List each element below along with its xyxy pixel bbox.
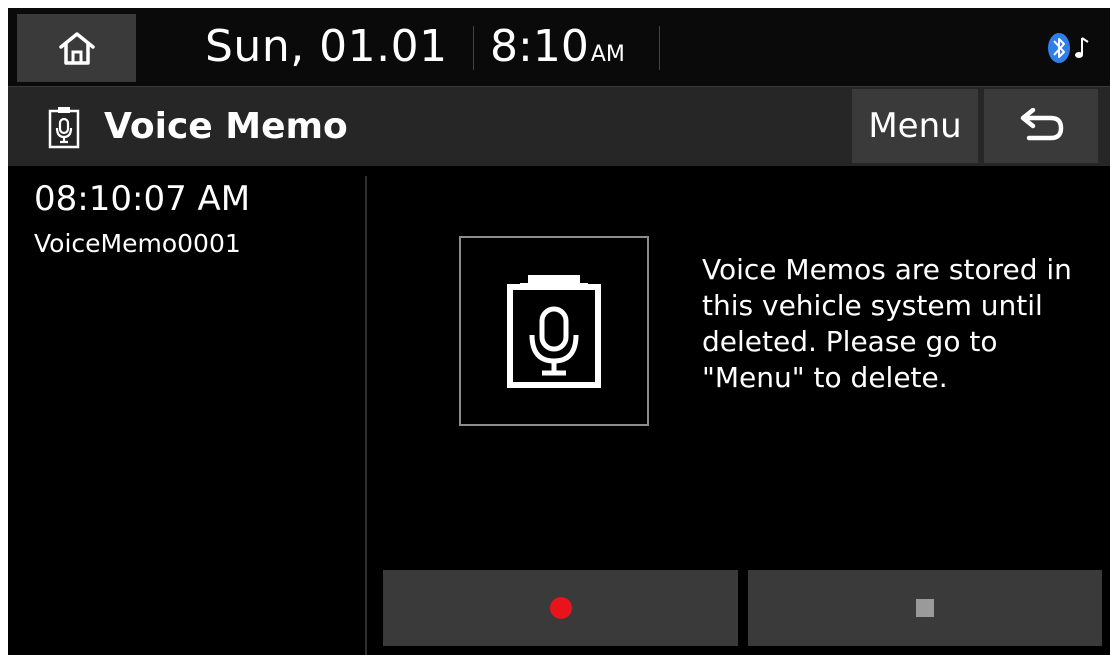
- record-button[interactable]: [383, 570, 738, 646]
- memo-name: VoiceMemo0001: [34, 229, 241, 258]
- voice-memo-screen: Sun, 01.01 8:10AM Voice Memo Menu 08:10:…: [8, 8, 1110, 655]
- record-icon: [549, 597, 572, 619]
- back-button[interactable]: [984, 89, 1098, 163]
- bluetooth-audio-icon: [1042, 30, 1092, 66]
- status-divider: [473, 26, 474, 70]
- voice-memo-icon: [48, 107, 80, 149]
- stop-button[interactable]: [748, 570, 1102, 646]
- status-bar: Sun, 01.01 8:10AM: [8, 8, 1110, 86]
- menu-button[interactable]: Menu: [852, 89, 978, 163]
- voice-memo-illustration: [459, 236, 649, 426]
- title-bar: Voice Memo Menu: [8, 86, 1110, 166]
- storage-info-message: Voice Memos are stored in this vehicle s…: [702, 253, 1072, 394]
- status-divider: [659, 26, 660, 70]
- clock-ampm: AM: [590, 42, 625, 67]
- memo-list: 08:10:07 AM VoiceMemo0001: [8, 166, 365, 655]
- home-icon: [58, 32, 95, 65]
- voice-memo-icon: [507, 275, 601, 388]
- clock-time: 8:10: [490, 21, 589, 72]
- list-divider: [365, 176, 367, 655]
- stop-icon: [916, 599, 934, 617]
- page-title: Voice Memo: [104, 106, 348, 147]
- back-arrow-icon: [1020, 108, 1064, 141]
- clock-display: 8:10AM: [490, 20, 625, 82]
- memo-timestamp: 08:10:07 AM: [34, 179, 251, 219]
- date-display: Sun, 01.01: [205, 21, 448, 72]
- home-button[interactable]: [17, 14, 136, 82]
